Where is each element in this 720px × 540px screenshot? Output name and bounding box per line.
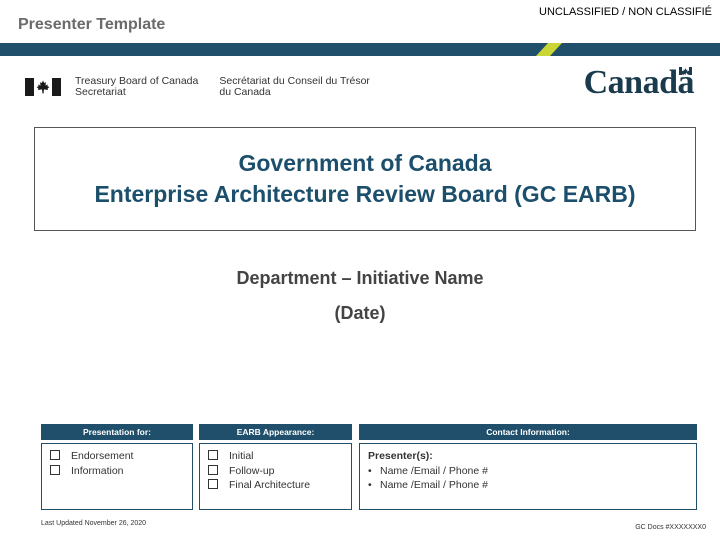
checkbox-endorsement[interactable]: Endorsement <box>50 449 184 464</box>
checkbox-information[interactable]: Information <box>50 464 184 479</box>
presenter-contact-2: • Name /Email / Phone # <box>368 479 488 491</box>
initiative-name: Department – Initiative Name <box>236 268 484 288</box>
checkbox-icon[interactable] <box>208 464 218 475</box>
earb-appearance-panel: Initial Follow-up Final Architecture <box>199 443 352 510</box>
checkbox-icon[interactable] <box>208 479 218 489</box>
header-band <box>0 43 720 56</box>
title-line-2: Enterprise Architecture Review Board (GC… <box>94 181 636 207</box>
checkbox-follow-up[interactable]: Follow-up <box>208 464 343 479</box>
presentation-for-header: Presentation for: <box>41 424 193 440</box>
presentation-for-panel: Endorsement Information <box>41 443 193 510</box>
canada-flag-icon <box>25 78 61 96</box>
canada-wordmark: Canadä <box>583 64 695 101</box>
presentation-date: (Date) <box>334 303 386 323</box>
presenters-label: Presenter(s): <box>368 450 433 462</box>
checkbox-final-architecture[interactable]: Final Architecture <box>208 478 343 493</box>
title-box: Government of Canada Enterprise Architec… <box>34 127 696 231</box>
contact-information-header: Contact Information: <box>359 424 697 440</box>
classification-label: UNCLASSIFIED / NON CLASSIFIÉ <box>539 6 712 18</box>
department-name-fr: Secrétariat du Conseil du Trésor du Cana… <box>219 75 370 98</box>
last-updated: Last Updated November 26, 2020 <box>41 520 147 527</box>
wordmark-flag-icon <box>679 67 692 75</box>
gc-docs-reference: GC Docs #XXXXXXX0 <box>635 524 706 531</box>
contact-information-panel: Presenter(s): • Name /Email / Phone # • Na… <box>359 443 697 510</box>
title-line-1: Government of Canada <box>238 150 492 176</box>
bullet-icon: • <box>368 464 372 477</box>
checkbox-icon[interactable] <box>50 450 60 460</box>
checkbox-initial[interactable]: Initial <box>208 449 343 464</box>
department-name-en: Treasury Board of Canada Secretariat <box>75 75 199 98</box>
tbs-logo: Treasury Board of Canada Secretariat Sec… <box>25 76 370 98</box>
template-title: Presenter Template <box>18 16 166 33</box>
checkbox-icon[interactable] <box>50 464 60 475</box>
checkbox-icon[interactable] <box>208 450 218 460</box>
presenter-contact-1: • Name /Email / Phone # <box>368 464 488 477</box>
bullet-icon: • <box>368 479 372 491</box>
earb-appearance-header: EARB Appearance: <box>199 424 352 440</box>
